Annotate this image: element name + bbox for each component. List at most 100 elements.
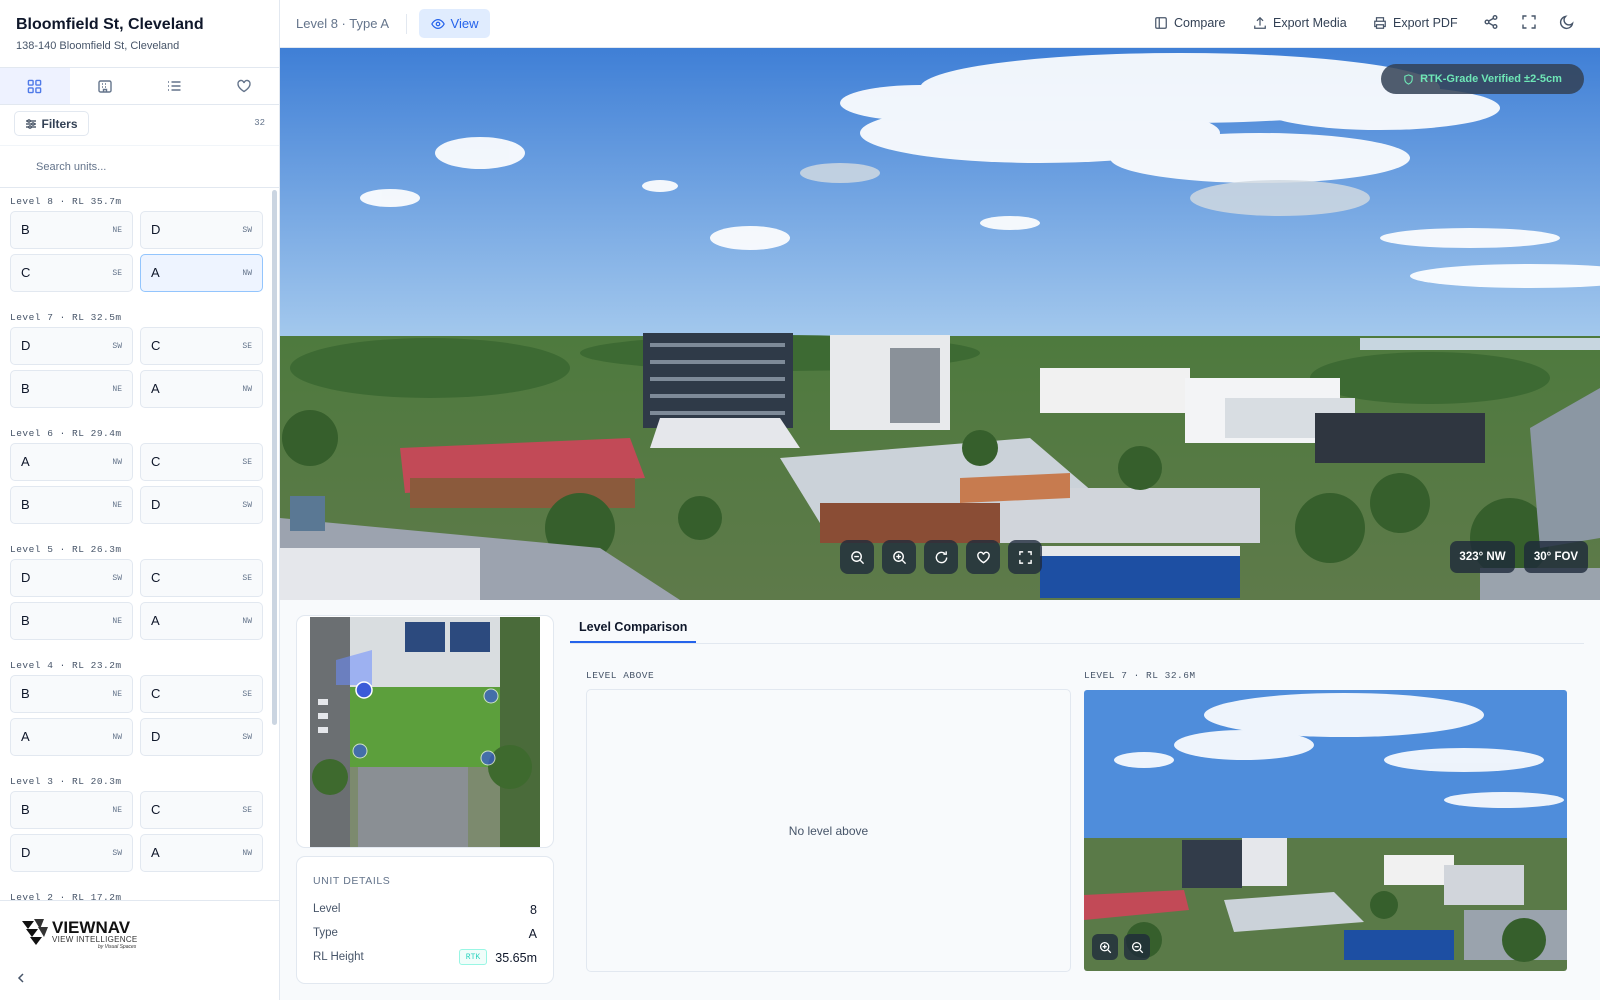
viewer-fullscreen-button[interactable] xyxy=(1008,540,1042,574)
printer-icon xyxy=(1374,17,1386,29)
moon-icon xyxy=(1559,15,1574,30)
export-media-button[interactable]: Export Media xyxy=(1253,16,1347,30)
level-label: Level 8 · RL 35.7m xyxy=(10,196,122,207)
detail-value: A xyxy=(528,927,537,941)
unit-direction: SE xyxy=(242,806,252,815)
unit-card[interactable]: C SE xyxy=(140,327,263,365)
unit-card[interactable]: D SW xyxy=(140,718,263,756)
unit-type: C xyxy=(151,570,161,585)
top-bar: Level 8 · Type A View Compare Export Med… xyxy=(280,0,1600,48)
tab-favorites[interactable] xyxy=(209,68,279,104)
export-pdf-button[interactable]: Export PDF xyxy=(1373,16,1458,30)
zoom-in-icon xyxy=(892,550,906,564)
fullscreen-icon xyxy=(1018,550,1032,564)
fullscreen-icon xyxy=(1522,15,1536,29)
unit-list: Level 8 · RL 35.7m B NE D SW C SE A NW Level 7 · … xyxy=(0,188,279,900)
comparison-zoom-in-button[interactable] xyxy=(1092,934,1118,960)
unit-card[interactable]: D SW xyxy=(10,559,133,597)
viewer-controls xyxy=(840,540,1042,574)
collapse-sidebar-button[interactable] xyxy=(14,971,28,988)
tab-level-comparison[interactable]: Level Comparison xyxy=(579,620,687,634)
unit-card[interactable]: B NE xyxy=(10,791,133,829)
share-button[interactable] xyxy=(1483,14,1501,32)
unit-direction: SE xyxy=(242,458,252,467)
zoom-out-button[interactable] xyxy=(840,540,874,574)
svg-text:by Visual Spaces: by Visual Spaces xyxy=(98,944,137,950)
site-plan-panel xyxy=(296,615,554,848)
zoom-in-icon xyxy=(1099,941,1111,953)
fullscreen-button[interactable] xyxy=(1521,14,1539,32)
svg-text:VIEW INTELLIGENCE: VIEW INTELLIGENCE xyxy=(52,935,138,944)
level-below-view[interactable] xyxy=(1084,690,1567,971)
site-plan-map[interactable] xyxy=(310,617,540,847)
unit-card[interactable]: D SW xyxy=(140,211,263,249)
empty-state-text: No level above xyxy=(788,824,869,838)
comparison-zoom-out-button[interactable] xyxy=(1124,934,1150,960)
unit-card[interactable]: C SE xyxy=(140,443,263,481)
unit-type: A xyxy=(21,729,30,744)
tab-list[interactable] xyxy=(140,68,210,104)
columns-icon xyxy=(1155,17,1167,29)
unit-card[interactable]: C SE xyxy=(140,675,263,713)
unit-card[interactable]: B NE xyxy=(10,602,133,640)
scrollbar[interactable] xyxy=(272,190,277,725)
unit-card[interactable]: B NE xyxy=(10,675,133,713)
unit-type: D xyxy=(151,497,161,512)
level-label: Level 4 · RL 23.2m xyxy=(10,660,122,671)
unit-type: B xyxy=(21,381,30,396)
reset-view-button[interactable] xyxy=(924,540,958,574)
unit-card[interactable]: B NE xyxy=(10,486,133,524)
unit-direction: NW xyxy=(242,617,252,626)
level-above-label: LEVEL ABOVE xyxy=(586,670,655,681)
unit-type: A xyxy=(151,265,160,280)
aerial-view-image xyxy=(280,48,1600,600)
divider xyxy=(570,643,1584,644)
unit-direction: NW xyxy=(242,849,252,858)
unit-direction: NW xyxy=(112,733,122,742)
unit-details-heading: UNIT DETAILS xyxy=(313,875,391,887)
filters-label: Filters xyxy=(41,116,78,131)
dark-mode-toggle[interactable] xyxy=(1559,14,1577,32)
compare-label: Compare xyxy=(1174,16,1226,30)
compare-button[interactable]: Compare xyxy=(1154,16,1225,30)
unit-direction: NE xyxy=(112,690,122,699)
unit-card[interactable]: D SW xyxy=(10,327,133,365)
level-label: Level 3 · RL 20.3m xyxy=(10,776,122,787)
unit-card[interactable]: A NW xyxy=(10,443,133,481)
unit-direction: NE xyxy=(112,806,122,815)
grid-icon xyxy=(28,79,42,93)
unit-card[interactable]: C SE xyxy=(140,791,263,829)
unit-type: A xyxy=(151,845,160,860)
search-box xyxy=(0,145,279,188)
unit-direction: SW xyxy=(242,501,252,510)
unit-card[interactable]: C SE xyxy=(140,559,263,597)
unit-card[interactable]: D SW xyxy=(10,834,133,872)
search-input[interactable] xyxy=(0,146,279,187)
unit-card[interactable]: A NW xyxy=(10,718,133,756)
unit-card[interactable]: A NW xyxy=(140,254,263,292)
level-label: Level 2 · RL 17.2m xyxy=(10,892,122,900)
unit-card[interactable]: B NE xyxy=(10,370,133,408)
unit-card[interactable]: A NW xyxy=(140,370,263,408)
project-address: 138-140 Bloomfield St, Cleveland xyxy=(16,40,180,52)
view-button[interactable]: View xyxy=(419,9,490,38)
tab-building[interactable] xyxy=(70,68,140,104)
unit-card[interactable]: B NE xyxy=(10,211,133,249)
unit-card[interactable]: D SW xyxy=(140,486,263,524)
unit-type: D xyxy=(21,570,31,585)
unit-card[interactable]: A NW xyxy=(140,602,263,640)
zoom-in-button[interactable] xyxy=(882,540,916,574)
level-label: Level 7 · RL 32.5m xyxy=(10,312,122,323)
detail-value: 8 xyxy=(530,903,537,917)
filters-button[interactable]: Filters xyxy=(14,111,89,136)
tab-grid[interactable] xyxy=(0,68,70,104)
sliders-icon xyxy=(26,118,37,129)
unit-type: D xyxy=(151,729,161,744)
unit-type: C xyxy=(151,802,161,817)
unit-card[interactable]: A NW xyxy=(140,834,263,872)
favorite-button[interactable] xyxy=(966,540,1000,574)
unit-direction: SW xyxy=(112,342,122,351)
unit-card[interactable]: C SE xyxy=(10,254,133,292)
unit-type: C xyxy=(151,338,161,353)
panorama-viewer[interactable]: RTK-Grade Verified ±2-5cm 323° NW 30° FO… xyxy=(280,48,1600,600)
